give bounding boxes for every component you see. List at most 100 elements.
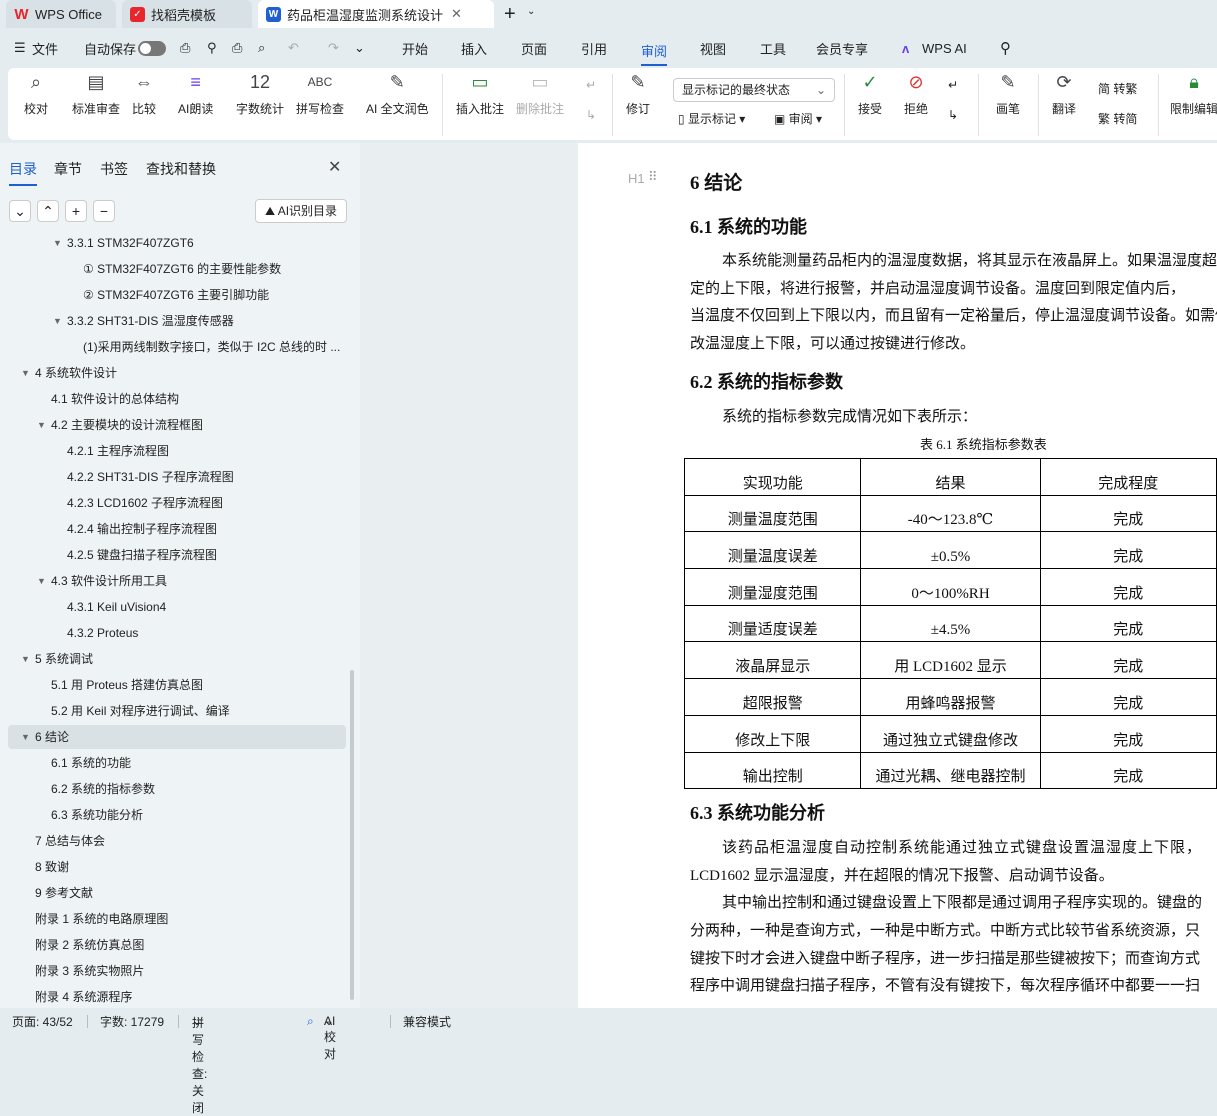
toc-item[interactable]: 附录 2 系统仿真总图 xyxy=(0,933,350,957)
toc-item[interactable]: 4.2.2 SHT31-DIS 子程序流程图 xyxy=(0,465,350,489)
to-simplified-button[interactable]: 繁 转简 xyxy=(1098,110,1137,127)
collapse-all-button[interactable]: ⌄ xyxy=(9,200,31,222)
standard-review-button[interactable]: ▤ 标准审查 xyxy=(72,68,120,117)
menu-wps-ai[interactable]: WPS AI xyxy=(922,41,967,56)
add-heading-button[interactable]: + xyxy=(65,200,87,222)
next-change-icon[interactable]: ↳ xyxy=(948,108,958,122)
page-indicator[interactable]: 页面: 43/52 xyxy=(12,1013,73,1030)
menu-reference[interactable]: 引用 xyxy=(581,39,607,58)
expand-arrow-icon[interactable]: ▼ xyxy=(53,233,62,255)
expand-arrow-icon[interactable]: ▼ xyxy=(53,309,62,333)
proofread-button[interactable]: ⌕ 校对 xyxy=(24,68,48,117)
toc-item[interactable]: ▼ 4.3 软件设计所用工具 xyxy=(0,569,350,593)
toc-item[interactable]: 9 参考文献 xyxy=(0,881,350,905)
hamburger-icon[interactable]: ☰ xyxy=(14,40,26,56)
share-icon[interactable]: ⚲ xyxy=(207,40,217,56)
toc-item[interactable]: 4.2.4 输出控制子程序流程图 xyxy=(0,517,350,541)
tab-docer[interactable]: ✓ 找稻壳模板 xyxy=(122,0,252,28)
toc-scrollbar[interactable] xyxy=(350,670,354,1000)
menu-view[interactable]: 视图 xyxy=(700,39,726,58)
ai-toc-button[interactable]: ⛰ AI识别目录 xyxy=(255,199,347,223)
toc-item[interactable]: ▼ 6 结论 xyxy=(8,725,346,749)
toc-item[interactable]: 6.3 系统功能分析 xyxy=(0,803,350,827)
file-menu[interactable]: 文件 xyxy=(32,39,58,58)
show-markup-button[interactable]: ▯ 显示标记 ▾ xyxy=(678,110,745,127)
toc-item[interactable]: 4.1 软件设计的总体结构 xyxy=(0,387,350,411)
expand-arrow-icon[interactable]: ▼ xyxy=(37,413,46,437)
tab-chapters[interactable]: 章节 xyxy=(54,159,82,179)
toc-item[interactable]: 附录 4 系统源程序 xyxy=(0,985,350,1008)
menu-page[interactable]: 页面 xyxy=(521,39,547,58)
toc-item[interactable]: (1)采用两线制数字接口，类似于 I2C 总线的时 ... xyxy=(0,335,350,359)
menu-review[interactable]: 审阅 xyxy=(641,41,668,66)
toc-item[interactable]: 附录 3 系统实物照片 xyxy=(0,959,350,983)
menu-tools[interactable]: 工具 xyxy=(760,39,786,58)
drag-handle-icon[interactable]: ⠿ xyxy=(648,169,658,185)
toc-item[interactable]: ▼ 3.3.1 STM32F407ZGT6 xyxy=(0,233,350,255)
remove-heading-button[interactable]: − xyxy=(93,200,115,222)
tab-toc[interactable]: 目录 xyxy=(9,159,37,186)
markup-state-select[interactable]: 显示标记的最终状态 ⌄ xyxy=(673,78,835,102)
toc-item[interactable]: ▼ 4.2 主要模块的设计流程框图 xyxy=(0,413,350,437)
translate-button[interactable]: ⟳ 翻译 xyxy=(1052,68,1076,117)
toc-item[interactable]: 4.2.5 键盘扫描子程序流程图 xyxy=(0,543,350,567)
word-count[interactable]: 字数: 17279 xyxy=(100,1013,164,1030)
close-pane-icon[interactable]: ✕ xyxy=(328,157,341,177)
insert-comment-button[interactable]: ▭ 插入批注 xyxy=(456,68,504,117)
toc-item[interactable]: 4.3.1 Keil uVision4 xyxy=(0,595,350,619)
word-count-button[interactable]: 12 字数统计 xyxy=(236,68,284,117)
ai-check-status[interactable]: AI 校对 ⌄ xyxy=(324,1014,336,1061)
search-icon[interactable]: ⚲ xyxy=(1000,39,1011,57)
toc-item[interactable]: ② STM32F407ZGT6 主要引脚功能 xyxy=(0,283,350,307)
toc-item[interactable]: ▼ 5 系统调试 xyxy=(0,647,350,671)
ai-read-button[interactable]: ≡ AI朗读 xyxy=(178,68,213,117)
prev-change-icon[interactable]: ↵ xyxy=(948,78,958,92)
toc-item[interactable]: ▼ 4 系统软件设计 xyxy=(0,361,350,385)
redo-icon[interactable]: ↷ xyxy=(328,40,339,56)
delete-comment-button[interactable]: ▭ 删除批注 xyxy=(516,68,564,117)
toc-item[interactable]: 5.2 用 Keil 对程序进行调试、编译 xyxy=(0,699,350,723)
toc-item[interactable]: ① STM32F407ZGT6 的主要性能参数 xyxy=(0,257,350,281)
tab-document[interactable]: W 药品柜温湿度监测系统设计 毕 ✕ xyxy=(258,0,494,28)
toc-item[interactable]: ▼ 3.3.2 SHT31-DIS 温湿度传感器 xyxy=(0,309,350,333)
menu-start[interactable]: 开始 xyxy=(402,39,428,58)
toc-item[interactable]: 8 致谢 xyxy=(0,855,350,879)
toc-item[interactable]: 7 总结与体会 xyxy=(0,829,350,853)
reject-button[interactable]: ⊘ 拒绝 xyxy=(904,68,928,117)
close-tab-icon[interactable]: ✕ xyxy=(451,6,462,22)
next-comment-icon[interactable]: ↳ xyxy=(586,108,596,122)
review-pane-button[interactable]: ▣ 审阅 ▾ xyxy=(774,110,822,127)
tab-bookmarks[interactable]: 书签 xyxy=(100,159,128,179)
spell-check-button[interactable]: ABC 拼写检查 xyxy=(296,68,344,117)
tab-wps-office[interactable]: W WPS Office xyxy=(6,0,116,28)
expand-up-button[interactable]: ⌃ xyxy=(37,200,59,222)
tab-find-replace[interactable]: 查找和替换 xyxy=(146,159,216,179)
toc-item[interactable]: 5.1 用 Proteus 搭建仿真总图 xyxy=(0,673,350,697)
expand-arrow-icon[interactable]: ▼ xyxy=(37,569,46,593)
autosave-toggle[interactable] xyxy=(138,41,166,56)
tab-list-chevron-icon[interactable]: ⌄ xyxy=(527,6,535,17)
spell-check-status[interactable]: 拼写检查: 关闭 ⌄ xyxy=(192,1014,207,1115)
restrict-editing-button[interactable]: 🔒︎ 限制编辑 xyxy=(1170,68,1217,117)
expand-arrow-icon[interactable]: ▼ xyxy=(21,725,30,749)
toc-item[interactable]: 4.2.1 主程序流程图 xyxy=(0,439,350,463)
toc-item[interactable]: 6.2 系统的指标参数 xyxy=(0,777,350,801)
toc-item[interactable]: 4.3.2 Proteus xyxy=(0,621,350,645)
print-preview-icon[interactable]: ⌕ xyxy=(258,40,265,56)
prev-comment-icon[interactable]: ↵ xyxy=(586,78,596,92)
to-traditional-button[interactable]: 简 转繁 xyxy=(1098,80,1137,97)
menu-insert[interactable]: 插入 xyxy=(461,39,487,58)
toc-item[interactable]: 附录 1 系统的电路原理图 xyxy=(0,907,350,931)
ai-polish-button[interactable]: ✎ AI 全文润色 xyxy=(366,68,429,117)
print-icon[interactable]: ⎙ xyxy=(232,40,242,56)
undo-icon[interactable]: ↶ xyxy=(288,40,299,56)
compare-button[interactable]: ⇔ 比较 xyxy=(132,68,156,117)
save-icon[interactable]: ⎙ xyxy=(180,40,190,56)
track-changes-button[interactable]: ✎ 修订 xyxy=(626,68,650,117)
menu-member[interactable]: 会员专享 xyxy=(816,39,868,58)
toc-item[interactable]: 6.1 系统的功能 xyxy=(0,751,350,775)
heading-level-marker[interactable]: H1 xyxy=(628,171,645,186)
expand-arrow-icon[interactable]: ▼ xyxy=(21,361,30,385)
pen-button[interactable]: ✎ 画笔 xyxy=(996,68,1020,117)
expand-arrow-icon[interactable]: ▼ xyxy=(21,647,30,671)
